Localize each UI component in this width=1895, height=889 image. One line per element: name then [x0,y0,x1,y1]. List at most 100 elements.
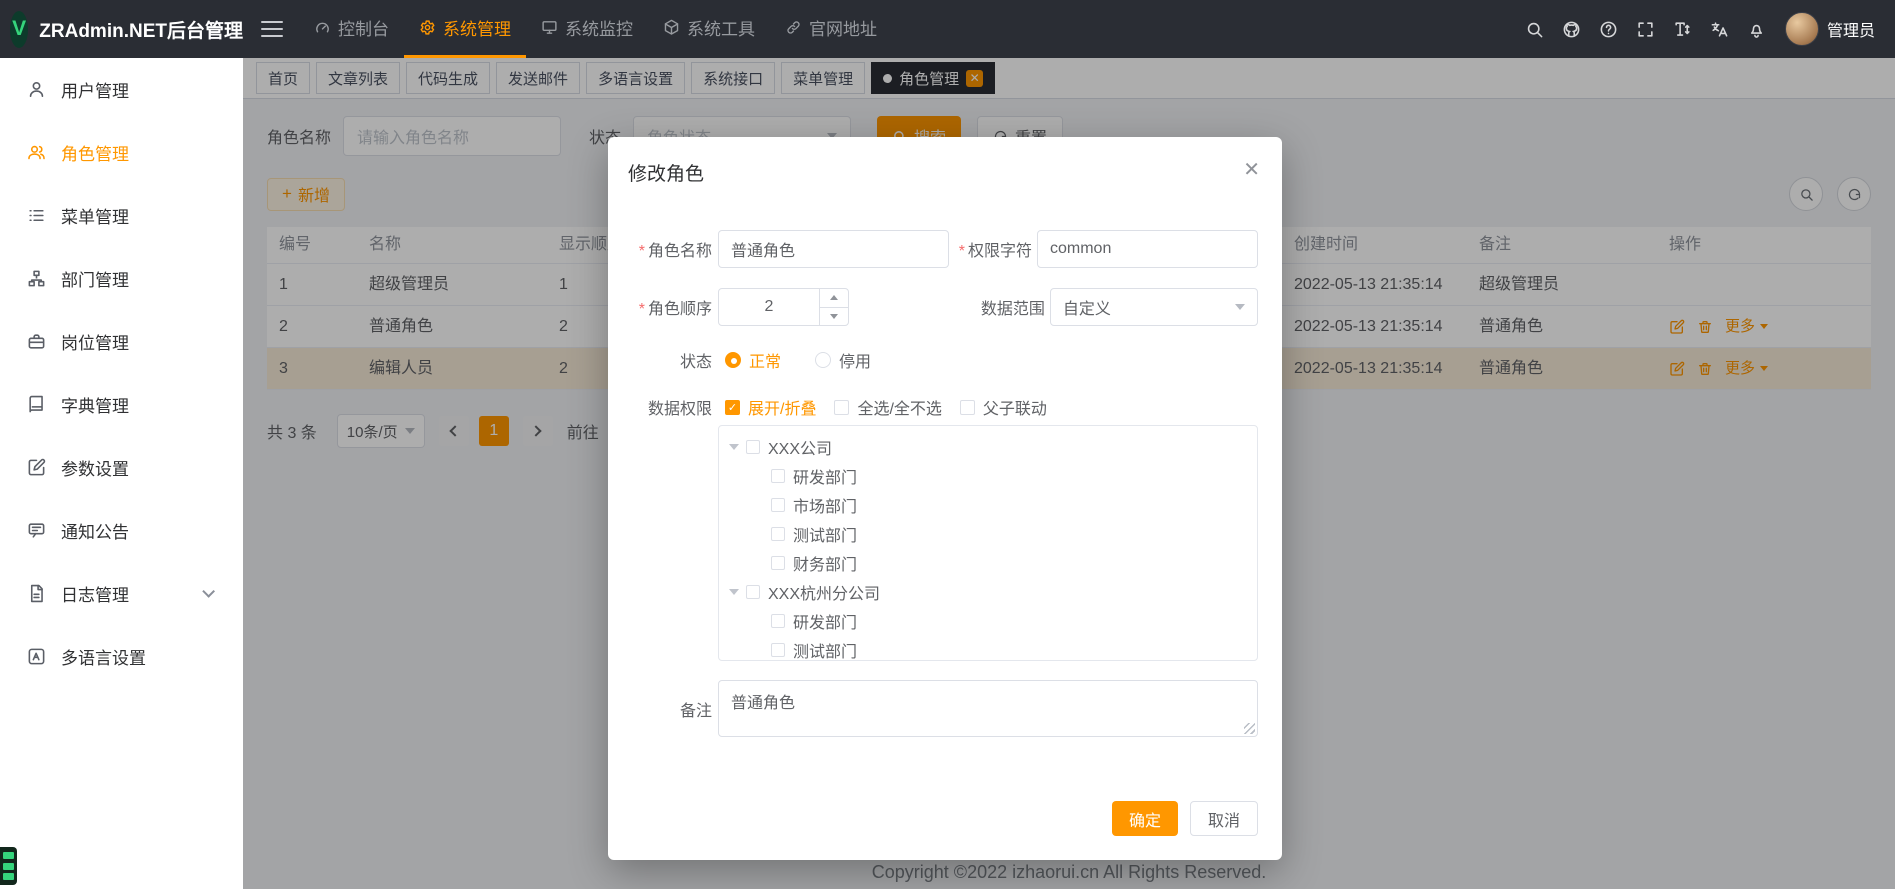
chevron-down-icon [202,585,215,598]
radio-normal[interactable]: 正常 [725,348,781,372]
username[interactable]: 管理员 [1827,17,1875,41]
sidebar-item-posts[interactable]: 岗位管理 [0,310,243,373]
sidebar-item-label: 角色管理 [61,140,129,165]
monitor-icon [541,19,558,36]
dialog-title: 修改角色 [628,159,704,186]
nav-item-official-site[interactable]: 官网地址 [770,0,892,58]
header-search-button[interactable] [1525,20,1544,39]
tree-node-label: XXX公司 [768,435,832,459]
tree-node[interactable]: 财务部门 [719,548,1257,577]
sidebar-item-label: 参数设置 [61,455,129,480]
checkbox-unchecked-icon[interactable] [771,527,785,541]
tree-node[interactable]: XXX杭州分公司 [719,577,1257,606]
avatar[interactable] [1785,12,1819,46]
sidebar: 用户管理 角色管理 菜单管理 部门管理 岗位管理 字典管理 参数设置 通知公告 … [0,58,243,889]
required-star: * [639,243,645,260]
devtools-badge-icon[interactable] [0,847,17,885]
sidebar-item-dictionary[interactable]: 字典管理 [0,373,243,436]
dialog-footer: 确定 取消 [1112,801,1258,836]
nav-item-label: 控制台 [338,15,389,40]
radio-unselected-icon [815,352,831,368]
tree-node[interactable]: 测试部门 [719,519,1257,548]
tree-node[interactable]: 研发部门 [719,606,1257,635]
link-icon [785,19,802,36]
decrease-button[interactable] [820,308,848,326]
tree-node[interactable]: 市场部门 [719,490,1257,519]
github-icon [1562,20,1581,39]
help-button[interactable] [1599,20,1618,39]
hamburger-icon[interactable] [261,21,283,37]
sidebar-item-menus[interactable]: 菜单管理 [0,184,243,247]
dashboard-icon [314,19,331,36]
role-order-field-label: *角色顺序 [628,295,712,319]
fullscreen-button[interactable] [1636,20,1655,39]
data-scope-select[interactable]: 自定义 [1050,288,1258,326]
sidebar-item-label: 用户管理 [61,77,129,102]
checkbox-unchecked-icon[interactable] [771,498,785,512]
caret-down-icon[interactable] [729,589,739,595]
cancel-button[interactable]: 取消 [1190,801,1258,836]
checkbox-unchecked-icon[interactable] [746,585,760,599]
app-logo-area[interactable]: V ZRAdmin.NET后台管理 [0,11,243,48]
sidebar-item-logs[interactable]: 日志管理 [0,562,243,625]
bell-icon [1747,20,1766,39]
checkbox-expand-collapse[interactable]: 展开/折叠 [725,395,816,419]
confirm-button[interactable]: 确定 [1112,801,1178,836]
app-title: ZRAdmin.NET后台管理 [39,16,243,43]
tree-node[interactable]: 研发部门 [719,461,1257,490]
sidebar-item-i18n[interactable]: 多语言设置 [0,625,243,688]
checkbox-parent-child-link[interactable]: 父子联动 [960,395,1047,419]
sidebar-item-parameters[interactable]: 参数设置 [0,436,243,499]
nav-item-system-manage[interactable]: 系统管理 [404,0,526,58]
nav-item-system-monitor[interactable]: 系统监控 [526,0,648,58]
radio-disabled[interactable]: 停用 [815,348,871,372]
top-nav: 控制台 系统管理 系统监控 系统工具 官网地址 [299,0,892,58]
close-icon[interactable] [1243,157,1260,182]
gear-icon [419,19,436,36]
sidebar-item-roles[interactable]: 角色管理 [0,121,243,184]
increase-button[interactable] [820,289,848,308]
sidebar-item-notices[interactable]: 通知公告 [0,499,243,562]
sidebar-item-users[interactable]: 用户管理 [0,58,243,121]
checkbox-unchecked-icon[interactable] [746,440,760,454]
tree-node-label: XXX杭州分公司 [768,580,880,604]
role-name-value: 普通角色 [731,237,795,261]
radio-label: 停用 [839,348,871,372]
caret-down-icon [830,314,838,319]
language-button[interactable] [1710,20,1729,39]
tools-icon [663,19,680,36]
tree-node[interactable]: XXX公司 [719,432,1257,461]
font-size-button[interactable] [1673,20,1692,39]
department-tree: XXX公司 研发部门 市场部门 测试部门 财务部门 XXX杭州分公司 [718,425,1258,661]
checkbox-unchecked-icon[interactable] [771,643,785,657]
edit-square-icon [27,458,46,477]
nav-item-label: 系统监控 [565,15,633,40]
notifications-button[interactable] [1747,20,1766,39]
remark-textarea[interactable]: 普通角色 [718,680,1258,737]
role-name-field-label: *角色名称 [628,237,712,261]
nav-item-system-tools[interactable]: 系统工具 [648,0,770,58]
tree-node-label: 市场部门 [793,493,857,517]
checkbox-unchecked-icon[interactable] [771,614,785,628]
github-button[interactable] [1562,20,1581,39]
user-icon [27,80,46,99]
tree-node-label: 研发部门 [793,464,857,488]
app-logo: V [10,11,28,48]
role-name-field[interactable]: 普通角色 [718,230,949,268]
perm-char-field[interactable]: common [1037,230,1258,268]
role-order-value: 2 [765,298,774,316]
checkbox-label: 全选/全不选 [857,395,941,419]
checkbox-select-all[interactable]: 全选/全不选 [834,395,941,419]
nav-item-console[interactable]: 控制台 [299,0,404,58]
role-order-stepper[interactable]: 2 [718,288,849,326]
tree-node-label: 测试部门 [793,638,857,662]
tree-node[interactable]: 测试部门 [719,635,1257,661]
sidebar-item-label: 日志管理 [61,581,129,606]
checkbox-unchecked-icon[interactable] [771,556,785,570]
role-icon [27,143,46,162]
checkbox-unchecked-icon [834,400,849,415]
checkbox-unchecked-icon[interactable] [771,469,785,483]
sidebar-item-departments[interactable]: 部门管理 [0,247,243,310]
briefcase-icon [27,332,46,351]
caret-down-icon[interactable] [729,444,739,450]
